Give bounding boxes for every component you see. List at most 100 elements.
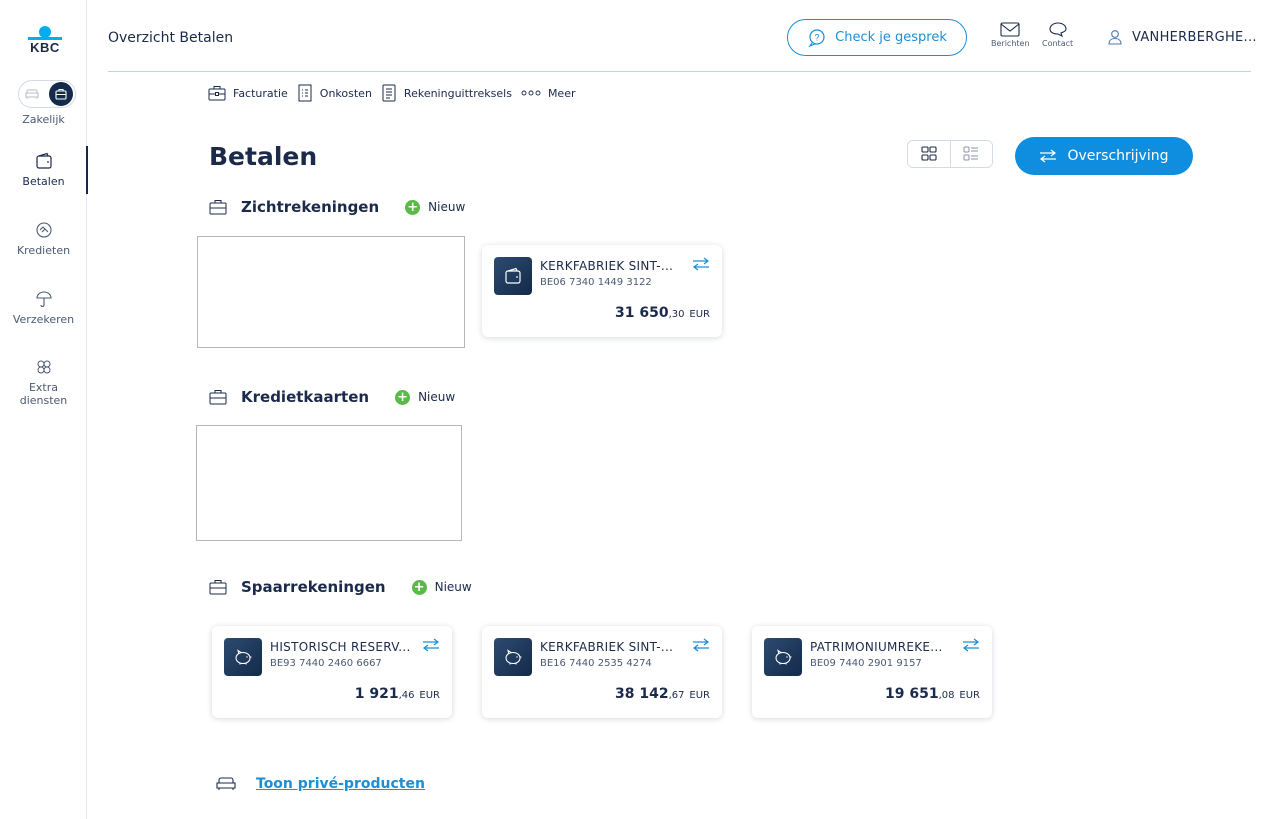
account-card[interactable]: PATRIMONIUMREKE... BE09 7440 2901 9157 1…	[752, 626, 992, 718]
briefcase-icon	[209, 390, 227, 405]
account-balance: 38 142,67 EUR	[615, 686, 710, 702]
transfer-button-label: Overschrijving	[1067, 148, 1169, 164]
account-thumbnail	[224, 638, 262, 676]
invoice-icon	[208, 86, 226, 101]
account-name: KERKFABRIEK SINT-...	[540, 640, 674, 654]
transfer-arrows-icon	[1040, 149, 1057, 163]
statement-icon	[382, 84, 396, 102]
briefcase-icon	[209, 200, 227, 215]
briefcase-icon	[209, 580, 227, 595]
check-je-gesprek-button[interactable]: ? Check je gesprek	[787, 19, 967, 56]
new-account-button[interactable]: + Nieuw	[405, 199, 466, 215]
account-name: PATRIMONIUMREKE...	[810, 640, 943, 654]
wallet-icon	[505, 267, 521, 284]
subnav-rekeninguittreksels[interactable]: Rekeninguittreksels	[381, 84, 512, 102]
account-thumbnail	[494, 257, 532, 295]
sidebar-item-label: Betalen	[22, 175, 65, 188]
sofa-icon	[216, 777, 236, 790]
business-toggle-knob	[49, 82, 73, 106]
subnav-label: Onkosten	[319, 86, 372, 100]
view-toggle	[907, 140, 993, 168]
section-kredietkaarten: Kredietkaarten + Nieuw	[209, 388, 455, 406]
user-menu[interactable]: VANHERBERGHE...	[1108, 29, 1257, 45]
account-card[interactable]: HISTORISCH RESERV... BE93 7440 2460 6667…	[212, 626, 452, 718]
subnav-facturatie[interactable]: Facturatie	[208, 85, 288, 101]
umbrella-icon	[35, 291, 52, 307]
plus-icon: +	[395, 389, 411, 405]
sub-navigation: Facturatie Onkosten Rekeninguittreksels …	[208, 84, 585, 102]
contact-label: Contact	[1042, 39, 1074, 48]
contact-button[interactable]: Contact	[1042, 22, 1073, 48]
messages-label: Berichten	[991, 39, 1030, 48]
handshake-icon	[35, 222, 52, 238]
account-iban: BE06 7340 1449 3122	[540, 277, 652, 288]
envelope-icon	[1000, 22, 1020, 37]
svg-text:?: ?	[815, 32, 820, 42]
list-icon	[963, 146, 979, 161]
toggle-label: Zakelijk	[22, 113, 65, 126]
sofa-icon	[25, 89, 39, 99]
empty-placeholder	[197, 236, 465, 348]
account-iban: BE09 7440 2901 9157	[810, 658, 922, 669]
speech-bubble-icon	[1049, 22, 1067, 37]
account-iban: BE16 7440 2535 4274	[540, 658, 652, 669]
user-name: VANHERBERGHE...	[1132, 29, 1257, 45]
account-iban: BE93 7440 2460 6667	[270, 658, 382, 669]
page-title: Betalen	[209, 142, 318, 171]
section-title: Zichtrekeningen	[241, 198, 380, 216]
briefcase-icon	[55, 88, 67, 100]
account-card[interactable]: KERKFABRIEK SINT-... BE06 7340 1449 3122…	[482, 245, 722, 337]
flower-icon	[37, 360, 50, 374]
list-view-button[interactable]	[950, 141, 992, 167]
sidebar: KBC Zakelijk Betalen Kredieten Verzekere…	[0, 0, 88, 819]
account-thumbnail	[764, 638, 802, 676]
chat-question-icon: ?	[808, 28, 825, 47]
sidebar-item-label: Verzekeren	[12, 313, 75, 326]
new-label: Nieuw	[434, 580, 472, 594]
sidebar-item-kredieten[interactable]: Kredieten	[0, 221, 87, 257]
sidebar-item-verzekeren[interactable]: Verzekeren	[0, 290, 87, 326]
account-name: HISTORISCH RESERV...	[270, 640, 411, 654]
check-button-label: Check je gesprek	[835, 30, 947, 45]
wallet-icon	[35, 152, 52, 169]
piggy-bank-icon	[235, 649, 252, 665]
sidebar-item-label: Kredieten	[16, 244, 71, 257]
subnav-meer[interactable]: Meer	[521, 87, 576, 100]
sidebar-item-extra-diensten[interactable]: Extra diensten	[0, 358, 87, 407]
plus-icon: +	[411, 579, 427, 595]
plus-icon: +	[405, 199, 421, 215]
header-divider	[108, 71, 1251, 72]
section-spaarrekeningen: Spaarrekeningen + Nieuw	[209, 578, 472, 596]
account-card[interactable]: KERKFABRIEK SINT-... BE16 7440 2535 4274…	[482, 626, 722, 718]
messages-button[interactable]: Berichten	[991, 22, 1030, 48]
transfer-arrows-icon[interactable]	[692, 638, 710, 652]
subnav-label: Facturatie	[233, 86, 288, 100]
new-savings-button[interactable]: + Nieuw	[411, 579, 472, 595]
subnav-label: Meer	[547, 86, 576, 100]
more-dots-icon	[521, 90, 541, 96]
transfer-arrows-icon[interactable]	[962, 638, 980, 652]
subnav-onkosten[interactable]: Onkosten	[297, 84, 372, 102]
page-header-title: Overzicht Betalen	[108, 30, 234, 46]
new-card-button[interactable]: + Nieuw	[395, 389, 456, 405]
user-icon	[1108, 30, 1122, 45]
empty-placeholder	[196, 425, 462, 541]
kbc-logo[interactable]: KBC	[28, 26, 62, 56]
account-balance: 31 650,30 EUR	[615, 305, 710, 321]
private-products-row: Toon privé-producten	[216, 776, 425, 792]
section-title: Spaarrekeningen	[241, 578, 386, 596]
overschrijving-button[interactable]: Overschrijving	[1015, 137, 1193, 175]
private-business-toggle[interactable]	[18, 80, 76, 108]
receipt-icon	[298, 84, 312, 102]
account-thumbnail	[494, 638, 532, 676]
toon-prive-producten-link[interactable]: Toon privé-producten	[256, 776, 425, 792]
transfer-arrows-icon[interactable]	[422, 638, 440, 652]
sidebar-item-betalen[interactable]: Betalen	[0, 146, 88, 194]
account-balance: 19 651,08 EUR	[885, 686, 980, 702]
piggy-bank-icon	[505, 649, 522, 665]
grid-view-button[interactable]	[908, 141, 951, 167]
new-label: Nieuw	[428, 200, 466, 214]
transfer-arrows-icon[interactable]	[692, 257, 710, 271]
section-title: Kredietkaarten	[241, 388, 370, 406]
new-label: Nieuw	[418, 390, 456, 404]
